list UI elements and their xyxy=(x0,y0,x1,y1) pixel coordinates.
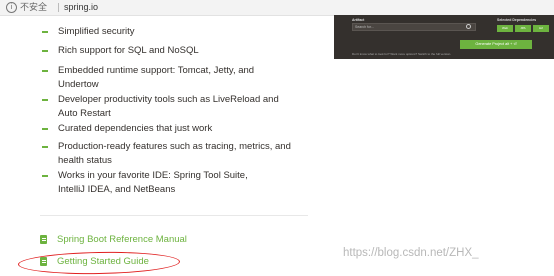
artifact-input[interactable]: Search for... xyxy=(352,23,476,31)
url-text[interactable]: spring.io xyxy=(64,0,98,15)
generate-project-button[interactable]: Generate Project alt + ⏎ xyxy=(460,40,532,49)
dependencies-label: Selected Dependencies xyxy=(497,18,537,22)
document-icon xyxy=(40,235,47,244)
feature-item: Works in your favorite IDE: Spring Tool … xyxy=(38,169,248,196)
feature-text: Curated dependencies that just work xyxy=(58,123,213,134)
watermark: https://blog.csdn.net/ZHX_ xyxy=(343,247,479,259)
address-separator xyxy=(58,3,59,12)
bullet-dash-icon xyxy=(42,99,48,101)
feature-item: Simplified security xyxy=(38,25,135,39)
feature-text: Developer productivity tools such as Liv… xyxy=(58,94,279,105)
dependency-chip[interactable]: Web xyxy=(497,25,513,32)
red-highlight-oval xyxy=(17,250,181,276)
bullet-dash-icon xyxy=(42,31,48,33)
artifact-label: Artifact xyxy=(352,18,365,22)
dependency-chip[interactable]: H2 xyxy=(533,25,549,32)
bullet-dash-icon xyxy=(42,50,48,52)
full-version-hint[interactable]: Don't know what to look for? Want more o… xyxy=(352,52,451,56)
dependency-chip[interactable]: JPA xyxy=(515,25,531,32)
feature-item: Embedded runtime support: Tomcat, Jetty,… xyxy=(38,64,254,91)
browser-address-bar[interactable]: i 不安全 spring.io xyxy=(0,0,554,16)
feature-text: Auto Restart xyxy=(58,107,111,119)
initializr-panel: Artifact Search for... Selected Dependen… xyxy=(334,15,554,59)
section-divider xyxy=(40,215,308,216)
security-label: 不安全 xyxy=(20,2,48,12)
feature-item: Curated dependencies that just work xyxy=(38,122,212,136)
feature-text: Embedded runtime support: Tomcat, Jetty,… xyxy=(58,65,255,76)
feature-text: Works in your favorite IDE: Spring Tool … xyxy=(58,170,248,181)
info-icon[interactable]: i xyxy=(6,2,17,13)
bullet-dash-icon xyxy=(42,175,48,177)
feature-text: Simplified security xyxy=(58,26,135,37)
feature-text: Undertow xyxy=(58,78,99,90)
reference-manual-label[interactable]: Spring Boot Reference Manual xyxy=(57,234,187,246)
feature-item: Rich support for SQL and NoSQL xyxy=(38,44,199,58)
feature-item: Production-ready features such as tracin… xyxy=(38,140,291,167)
search-icon xyxy=(466,24,471,29)
feature-text: Rich support for SQL and NoSQL xyxy=(58,45,199,56)
feature-text: health status xyxy=(58,154,112,166)
feature-text: Production-ready features such as tracin… xyxy=(58,141,291,152)
bullet-dash-icon xyxy=(42,70,48,72)
bullet-dash-icon xyxy=(42,128,48,130)
bullet-dash-icon xyxy=(42,146,48,148)
feature-item: Developer productivity tools such as Liv… xyxy=(38,93,279,120)
feature-text: IntelliJ IDEA, and NetBeans xyxy=(58,183,176,195)
